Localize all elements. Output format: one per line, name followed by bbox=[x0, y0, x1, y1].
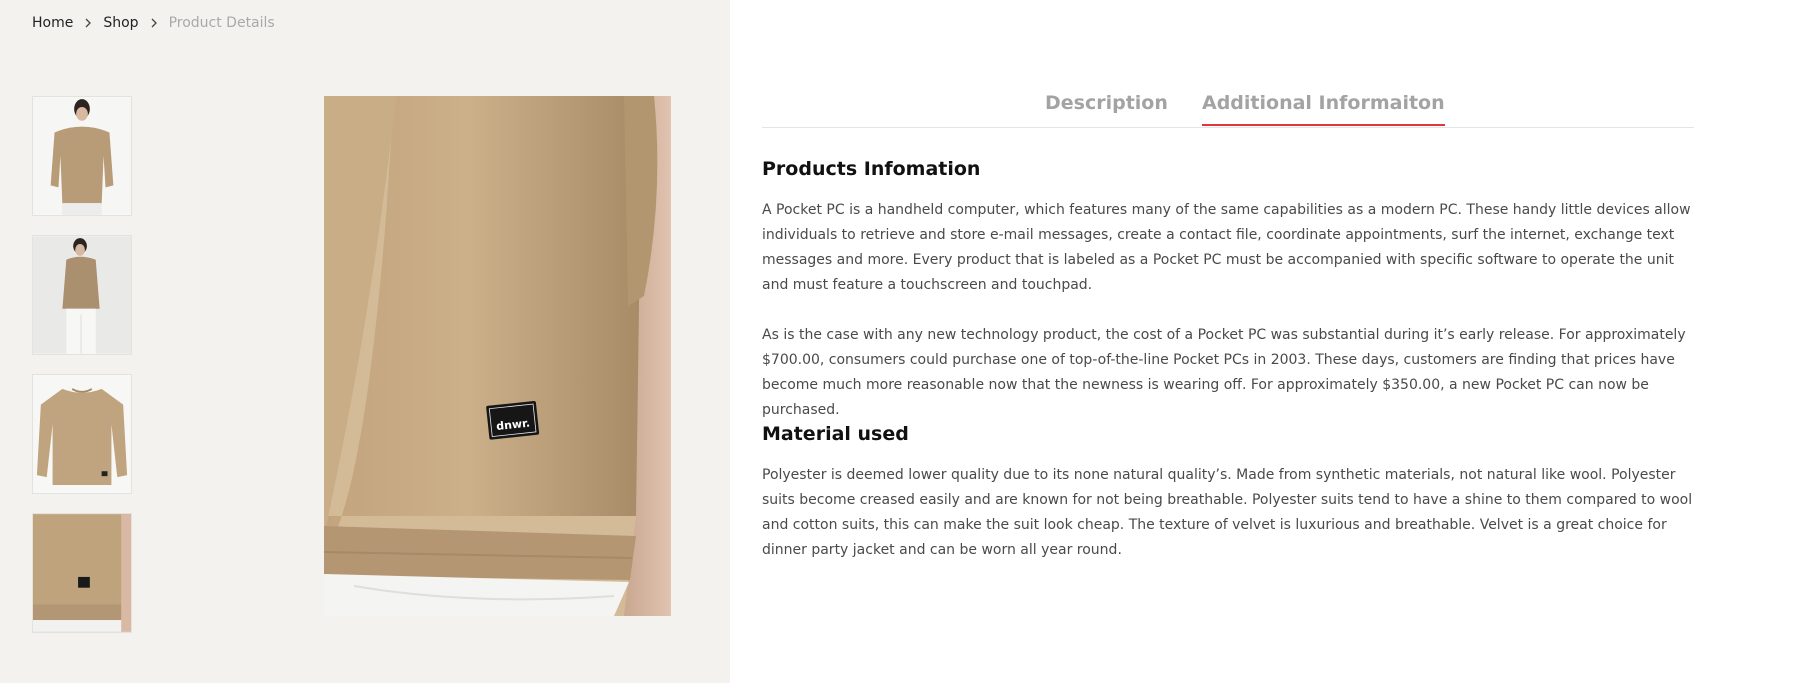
breadcrumb: Home Shop Product Details bbox=[32, 15, 275, 31]
breadcrumb-home[interactable]: Home bbox=[32, 15, 73, 31]
chevron-right-icon bbox=[82, 17, 94, 29]
gallery-panel: Home Shop Product Details dnwr. bbox=[0, 0, 730, 683]
paragraph-products-information-1: A Pocket PC is a handheld computer, whic… bbox=[762, 202, 1691, 293]
section-title-products-information: Products Infomation bbox=[762, 158, 981, 180]
product-tabs: Description Additional Informaiton bbox=[762, 88, 1694, 128]
thumbnail-detail-hem[interactable] bbox=[32, 513, 132, 633]
sweater-hem-detail-image: dnwr. bbox=[324, 96, 671, 616]
tab-additional-information[interactable]: Additional Informaiton bbox=[1202, 92, 1445, 126]
thumbnail-side-model[interactable] bbox=[32, 235, 132, 355]
thumbnail-flat-sweater[interactable] bbox=[32, 374, 132, 494]
tab-description[interactable]: Description bbox=[1045, 92, 1168, 124]
breadcrumb-shop[interactable]: Shop bbox=[103, 15, 138, 31]
paragraph-products-information-2: As is the case with any new technology p… bbox=[762, 327, 1686, 418]
chevron-right-icon bbox=[148, 17, 160, 29]
thumbnail-front-model[interactable] bbox=[32, 96, 132, 216]
section-title-material-used: Material used bbox=[762, 423, 909, 445]
paragraph-material-used: Polyester is deemed lower quality due to… bbox=[762, 467, 1693, 558]
breadcrumb-current: Product Details bbox=[168, 15, 275, 31]
